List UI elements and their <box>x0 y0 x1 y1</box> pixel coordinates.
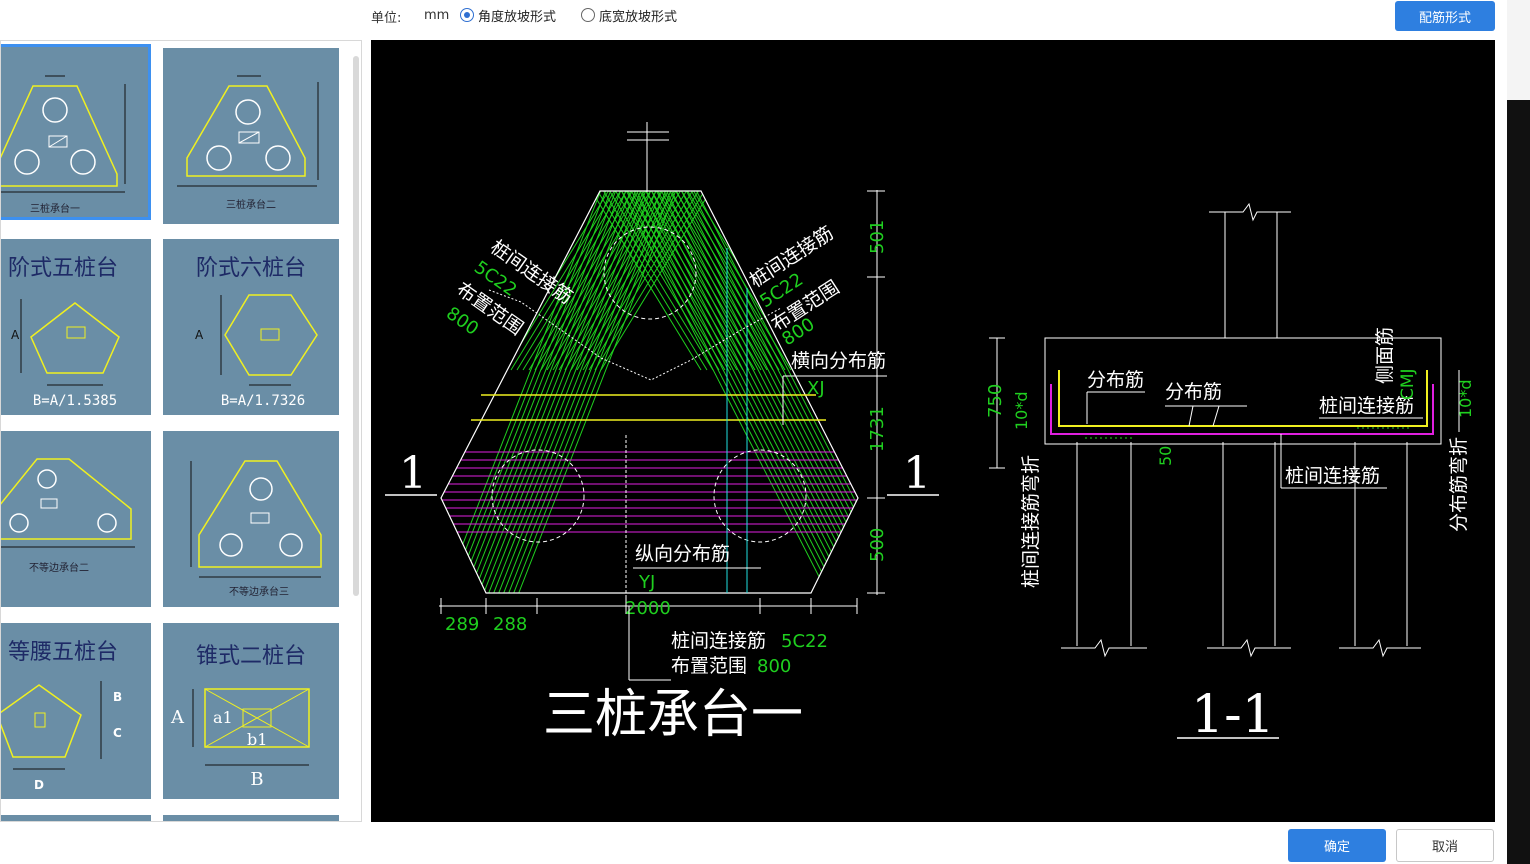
radio-angle-slope[interactable]: 角度放坡形式 <box>460 6 557 25</box>
section-1-1: 750 10*d 10*d 50 分布筋 分布筋 桩间连接筋 桩间连接筋 侧面筋… <box>985 202 1475 745</box>
unequal-cap-3-preview: 不等边承台三 <box>190 460 322 598</box>
section-dim-height: 750 <box>985 384 1006 418</box>
side-bar-code: CMJ <box>1398 368 1418 400</box>
dim-top: 501 <box>867 220 888 254</box>
gallery-item-three-pile-cap-1[interactable]: 三桩承台一 <box>1 44 151 220</box>
hook-left: 10*d <box>1012 391 1031 430</box>
gallery-item-stepped-five-pile[interactable]: 阶式五桩台 A B=A/1.5385 <box>1 239 151 415</box>
cad-drawing-canvas[interactable]: 1 1 501 1731 500 289 288 2000 桩间连接筋 5C22 <box>371 40 1495 822</box>
radio-angle-slope-label: 角度放坡形式 <box>478 9 557 25</box>
gallery-item-isosceles-five-pile[interactable]: 等腰五桩台 B C D <box>1 623 151 799</box>
cone-two-pile-preview: 锥式二桩台 A a1 b1 B <box>170 644 310 790</box>
cancel-button[interactable]: 取消 <box>1396 829 1494 862</box>
longitudinal-label: 纵向分布筋 <box>635 543 730 565</box>
section-mark-left: 1 <box>399 448 427 499</box>
gallery-item-formula: B=A/1.7326 <box>221 393 305 409</box>
dim-left-2: 288 <box>493 614 527 635</box>
dim-c-label: C <box>113 726 122 740</box>
gallery-item-cone-two-pile[interactable]: 锥式二桩台 A a1 b1 B <box>163 623 339 799</box>
background-window-edge <box>1507 0 1530 864</box>
three-pile-cap-2-preview: 三桩承台二 <box>177 75 319 211</box>
ok-button[interactable]: 确定 <box>1288 829 1386 862</box>
bottom-bar-spec: 5C22 <box>781 631 828 652</box>
gallery-item-partial[interactable] <box>1 815 151 821</box>
section-mark-right: 1 <box>903 448 931 499</box>
gallery-item-partial[interactable] <box>163 815 339 821</box>
link-bar-label-2: 桩间连接筋 <box>1285 465 1380 487</box>
gallery-item-caption: 等腰五桩台 <box>8 640 118 665</box>
dim-a-label: A <box>170 707 185 728</box>
radio-unchecked-icon <box>581 8 595 22</box>
dim-b-label: B <box>250 769 263 790</box>
drawing-title-left: 三桩承台一 <box>543 685 803 745</box>
gallery-item-caption: 阶式六桩台 <box>196 256 306 281</box>
stepped-six-pile-preview: 阶式六桩台 A B=A/1.7326 <box>195 256 318 409</box>
three-pile-cap-1-preview: 三桩承台一 <box>1 75 126 215</box>
dist-bar-label-2: 分布筋 <box>1165 381 1222 403</box>
top-toolbar: 单位: mm 角度放坡形式 底宽放坡形式 配筋形式 <box>0 0 1506 36</box>
dim-left-1: 289 <box>445 614 479 635</box>
a1-label: a1 <box>213 708 233 727</box>
gallery-item-unequal-cap-3[interactable]: 不等边承台三 <box>163 431 339 607</box>
dist-bar-label-1: 分布筋 <box>1087 369 1144 391</box>
transverse-label: 横向分布筋 <box>791 350 886 372</box>
gallery-item-formula: B=A/1.5385 <box>33 393 117 409</box>
rebar-form-button[interactable]: 配筋形式 <box>1395 1 1495 31</box>
pile-left <box>491 449 585 543</box>
background-window-edge-light <box>1507 0 1530 100</box>
gallery-item-three-pile-cap-2[interactable]: 三桩承台二 <box>163 48 339 224</box>
dim-bottom: 500 <box>867 528 888 562</box>
gallery-item-caption: 阶式五桩台 <box>8 256 118 281</box>
b1-label: b1 <box>247 730 267 749</box>
gallery-item-caption: 不等边承台二 <box>29 561 89 574</box>
gallery-item-caption: 三桩承台一 <box>30 202 80 215</box>
gallery-item-unequal-cap-2[interactable]: 不等边承台二 <box>1 431 151 607</box>
longitudinal-code: YJ <box>638 572 655 593</box>
radio-bottom-width-slope-label: 底宽放坡形式 <box>599 9 678 25</box>
section-right-vertical-label: 分布筋弯折 <box>1448 437 1470 532</box>
bottom-range-label: 布置范围 <box>671 655 747 677</box>
bottom-bar-name: 桩间连接筋 <box>671 630 766 652</box>
gallery-item-caption: 三桩承台二 <box>226 198 276 211</box>
dim-b-label: B <box>113 690 122 704</box>
section-left-vertical-label: 桩间连接筋弯折 <box>1020 455 1042 588</box>
gallery-scrollbar-thumb[interactable] <box>353 56 359 596</box>
gallery-item-caption: 不等边承台三 <box>229 585 289 598</box>
radio-bottom-width-slope[interactable]: 底宽放坡形式 <box>581 6 678 25</box>
cap-type-gallery: 三桩承台一 三桩承台二 阶式五桩台 A B=A/1.5385 阶式六桩台 A B… <box>0 40 362 822</box>
transverse-code: XJ <box>807 378 825 399</box>
unit-label: 单位: <box>371 11 402 26</box>
section-dim-embed: 50 <box>1156 446 1175 466</box>
gallery-item-stepped-six-pile[interactable]: 阶式六桩台 A B=A/1.7326 <box>163 239 339 415</box>
unequal-cap-2-preview: 不等边承台二 <box>1 458 135 574</box>
drawing-title-right: 1-1 <box>1191 685 1275 745</box>
stepped-five-pile-preview: 阶式五桩台 A B=A/1.5385 <box>8 256 120 409</box>
dim-mid: 1731 <box>867 406 888 452</box>
bottom-range-value: 800 <box>757 656 791 677</box>
dim-a-label: A <box>11 328 20 342</box>
unit-value: mm <box>424 8 450 23</box>
gallery-item-caption: 锥式二桩台 <box>196 644 306 669</box>
side-bar-label: 侧面筋 <box>1374 327 1396 384</box>
isosceles-five-pile-preview: 等腰五桩台 B C D <box>1 640 122 792</box>
dim-width: 2000 <box>625 598 671 619</box>
dim-d-label: D <box>34 778 44 792</box>
pile-cap-drawing: 1 1 501 1731 500 289 288 2000 桩间连接筋 5C22 <box>385 122 1475 745</box>
radio-checked-icon <box>460 8 474 22</box>
dim-a-label: A <box>195 328 204 342</box>
